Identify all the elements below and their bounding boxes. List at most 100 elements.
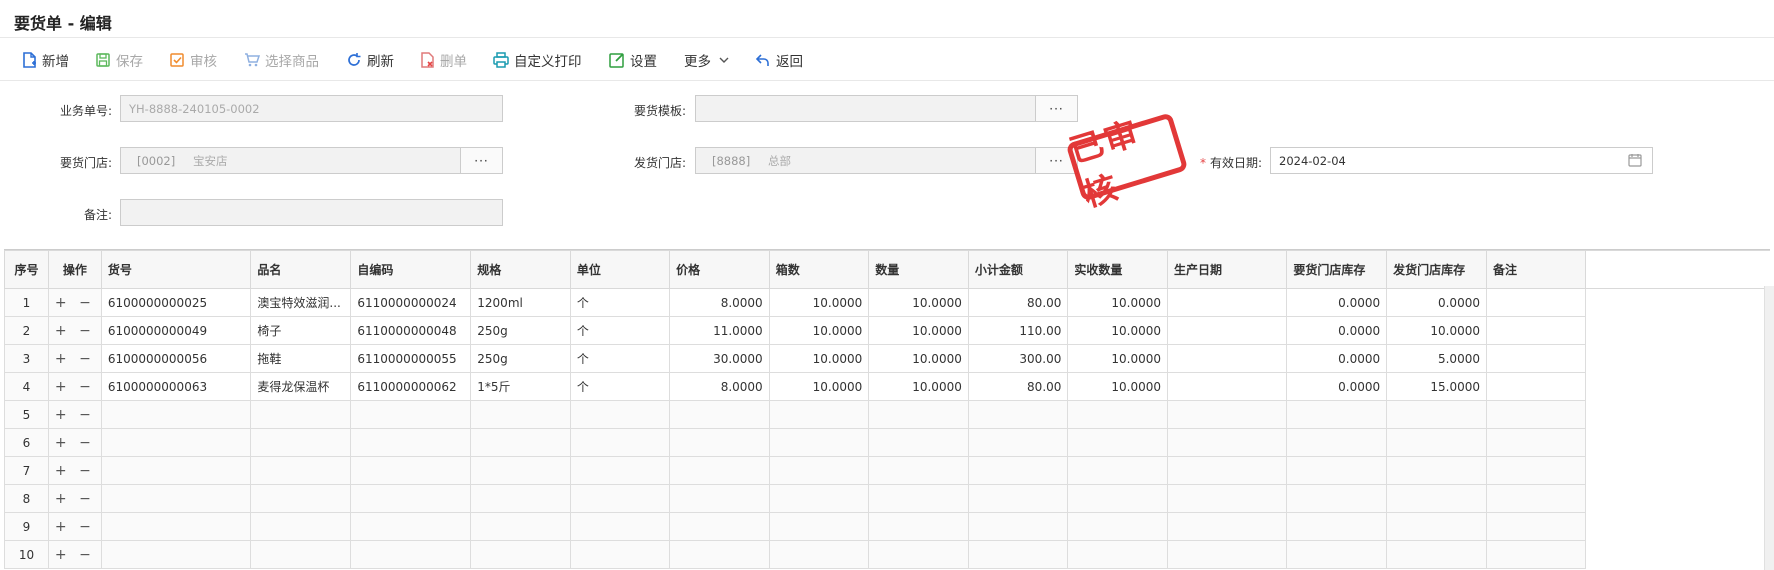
cell-spec[interactable]: 250g (470, 316, 571, 345)
remark-field[interactable] (120, 199, 503, 226)
cell-subtotal[interactable] (967, 456, 1069, 485)
cell-price[interactable] (669, 512, 770, 541)
cell-unit[interactable] (569, 400, 671, 429)
cell-code[interactable] (100, 400, 252, 429)
custom-print-button[interactable]: 自定义打印 (492, 49, 582, 71)
cell-boxes[interactable] (768, 484, 870, 513)
cell-qty[interactable] (868, 540, 969, 569)
cell-name[interactable] (250, 512, 352, 541)
cell-unit[interactable]: 个 (569, 372, 671, 401)
cell-spec[interactable]: 1*5斤 (470, 372, 571, 401)
cell-code[interactable]: 6100000000025 (100, 288, 252, 317)
cell-ops[interactable]: + − (47, 456, 102, 485)
cell-subtotal[interactable]: 80.00 (967, 288, 1069, 317)
cell-code[interactable] (100, 456, 252, 485)
table-row[interactable]: 10 + − (4, 540, 1770, 569)
cell-price[interactable]: 30.0000 (669, 344, 770, 373)
cell-unit[interactable] (569, 456, 671, 485)
table-row[interactable]: 6 + − (4, 428, 1770, 457)
table-row[interactable]: 7 + − (4, 456, 1770, 485)
ship-store-field[interactable]: [8888] 总部 ··· (695, 147, 1078, 174)
new-button[interactable]: 新增 (20, 49, 69, 71)
settings-button[interactable]: 设置 (608, 49, 657, 71)
cell-name[interactable] (250, 428, 352, 457)
cell-code[interactable]: 6100000000049 (100, 316, 252, 345)
cell-unit[interactable]: 个 (569, 316, 671, 345)
delete-bill-button[interactable]: 删单 (418, 49, 467, 71)
cell-pdate[interactable] (1166, 288, 1288, 317)
cell-selfcode[interactable]: 6110000000048 (350, 316, 472, 345)
cell-remark[interactable] (1485, 344, 1587, 373)
cell-ops[interactable]: + − (47, 484, 102, 513)
cell-remark[interactable] (1485, 316, 1587, 345)
cell-spec[interactable] (470, 400, 571, 429)
refresh-button[interactable]: 刷新 (345, 49, 394, 71)
cell-qty[interactable] (868, 456, 969, 485)
cell-qty[interactable]: 10.0000 (868, 372, 969, 401)
save-button[interactable]: 保存 (94, 49, 143, 71)
table-row[interactable]: 4 + −6100000000063 麦得龙保温杯 6110000000062 1*5斤… (4, 372, 1770, 401)
cell-remark[interactable] (1485, 288, 1587, 317)
cell-spec[interactable]: 1200ml (470, 288, 571, 317)
cell-req_stock[interactable] (1286, 484, 1388, 513)
cell-ship_stock[interactable]: 5.0000 (1386, 344, 1487, 373)
cell-qty[interactable]: 10.0000 (868, 316, 969, 345)
cell-remark[interactable] (1485, 456, 1587, 485)
cell-code[interactable]: 6100000000063 (100, 372, 252, 401)
audit-button[interactable]: 审核 (168, 49, 217, 71)
column-header[interactable]: 操作 (47, 250, 102, 289)
cell-recv[interactable]: 10.0000 (1067, 316, 1168, 345)
template-picker-button[interactable]: ··· (1035, 96, 1077, 121)
cell-selfcode[interactable]: 6110000000055 (350, 344, 472, 373)
cell-boxes[interactable] (768, 540, 870, 569)
cell-recv[interactable] (1067, 428, 1168, 457)
cell-price[interactable] (669, 428, 770, 457)
cell-qty[interactable] (868, 400, 969, 429)
cell-pdate[interactable] (1166, 344, 1288, 373)
cell-name[interactable] (250, 400, 352, 429)
cell-ops[interactable]: + − (47, 428, 102, 457)
cell-req_stock[interactable] (1286, 400, 1388, 429)
cell-req_stock[interactable]: 0.0000 (1286, 372, 1388, 401)
cell-selfcode[interactable] (350, 400, 472, 429)
cell-price[interactable]: 11.0000 (669, 316, 770, 345)
cell-pdate[interactable] (1166, 484, 1288, 513)
cell-boxes[interactable]: 10.0000 (768, 288, 870, 317)
cell-ops[interactable]: + − (47, 540, 102, 569)
req-store-field[interactable]: [0002] 宝安店 ··· (120, 147, 503, 174)
cell-code[interactable] (100, 512, 252, 541)
cell-ops[interactable]: + − (47, 400, 102, 429)
cell-remark[interactable] (1485, 484, 1587, 513)
cell-spec[interactable]: 250g (470, 344, 571, 373)
column-header[interactable]: 生产日期 (1166, 250, 1288, 289)
cell-pdate[interactable] (1166, 372, 1288, 401)
column-header[interactable]: 实收数量 (1067, 250, 1168, 289)
cell-selfcode[interactable]: 6110000000024 (350, 288, 472, 317)
cell-pdate[interactable] (1166, 428, 1288, 457)
cell-qty[interactable]: 10.0000 (868, 344, 969, 373)
cell-boxes[interactable] (768, 400, 870, 429)
cell-qty[interactable] (868, 512, 969, 541)
cell-remark[interactable] (1485, 372, 1587, 401)
cell-name[interactable]: 拖鞋 (250, 344, 352, 373)
cell-price[interactable] (669, 484, 770, 513)
cell-remark[interactable] (1485, 540, 1587, 569)
cell-recv[interactable]: 10.0000 (1067, 372, 1168, 401)
cell-ship_stock[interactable] (1386, 400, 1487, 429)
cell-ops[interactable]: + − (47, 512, 102, 541)
cell-ops[interactable]: + − (47, 372, 102, 401)
table-row[interactable]: 8 + − (4, 484, 1770, 513)
column-header[interactable]: 规格 (470, 250, 571, 289)
cell-pdate[interactable] (1166, 512, 1288, 541)
cell-name[interactable]: 椅子 (250, 316, 352, 345)
valid-date-field[interactable]: 2024-02-04 (1270, 147, 1653, 174)
cell-name[interactable] (250, 484, 352, 513)
cell-unit[interactable] (569, 540, 671, 569)
cell-boxes[interactable]: 10.0000 (768, 344, 870, 373)
select-goods-button[interactable]: 选择商品 (243, 49, 319, 71)
cell-recv[interactable] (1067, 456, 1168, 485)
bill-no-field[interactable]: YH-8888-240105-0002 (120, 95, 503, 122)
cell-qty[interactable]: 10.0000 (868, 288, 969, 317)
cell-price[interactable]: 8.0000 (669, 372, 770, 401)
cell-name[interactable]: 澳宝特效滋润... (250, 288, 352, 317)
